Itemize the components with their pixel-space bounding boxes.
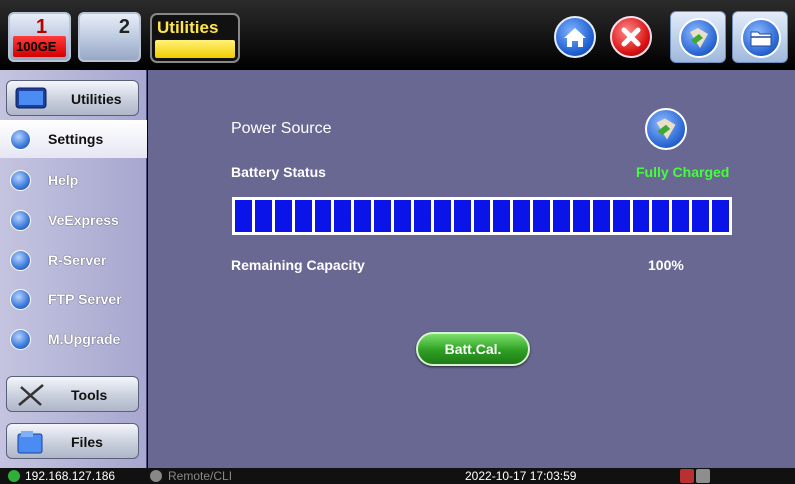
battery-segment — [453, 200, 471, 232]
settings-icon — [10, 129, 31, 150]
sidebar-item-label: VeExpress — [48, 212, 119, 228]
battery-segment — [473, 200, 491, 232]
upgrade-icon — [10, 329, 31, 350]
battery-segment — [254, 200, 272, 232]
battery-segment — [374, 200, 391, 232]
sidebar-item-help[interactable]: Help — [0, 161, 147, 199]
sidebar-utilities-label: Utilities — [71, 91, 122, 107]
page-title-tab: Utilities — [150, 13, 240, 63]
sidebar-utilities-header[interactable]: Utilities — [6, 80, 139, 116]
battery-level-bar — [232, 197, 732, 235]
battery-segment — [493, 200, 511, 232]
folder-icon — [741, 18, 781, 58]
close-button[interactable] — [610, 16, 652, 58]
battery-status-value: Fully Charged — [636, 164, 730, 180]
battery-status-label: Battery Status — [231, 164, 326, 180]
title-underline — [155, 40, 235, 58]
remaining-capacity-value: 100% — [648, 257, 684, 273]
port-1-tab[interactable]: 1 100GE — [8, 12, 71, 62]
battery-segment — [433, 200, 451, 232]
port-2-tab[interactable]: 2 — [78, 12, 141, 62]
monitor-icon — [15, 87, 47, 109]
ftp-server-icon — [10, 289, 31, 310]
battery-segment — [712, 200, 729, 232]
close-icon — [621, 27, 641, 47]
battery-segment — [274, 200, 292, 232]
power-source-panel: Power Source Battery Status Fully Charge… — [148, 70, 795, 468]
battery-segment — [672, 200, 690, 232]
remote-status-icon — [150, 470, 162, 482]
ip-status-icon — [8, 470, 20, 482]
port-2-number: 2 — [118, 16, 130, 38]
battery-segment — [692, 200, 709, 232]
battery-segment — [632, 200, 650, 232]
battery-segment — [394, 200, 411, 232]
top-bar: 1 100GE 2 Utilities — [0, 0, 795, 70]
utilities-icon — [679, 18, 719, 58]
sidebar-item-settings[interactable]: Settings — [0, 120, 147, 158]
files-button[interactable] — [732, 11, 788, 63]
sidebar-tools-button[interactable]: Tools — [6, 376, 139, 412]
status-bar: 192.168.127.186 Remote/CLI 2022-10-17 17… — [0, 468, 795, 484]
battery-segment — [413, 200, 431, 232]
battery-segment — [592, 200, 610, 232]
files-icon — [17, 431, 43, 454]
page-title: Utilities — [157, 18, 219, 37]
sidebar-tools-label: Tools — [71, 387, 108, 403]
sidebar-files-button[interactable]: Files — [6, 423, 139, 459]
veexpress-icon — [10, 210, 31, 231]
notification-icon[interactable] — [696, 469, 710, 483]
sidebar-item-label: Help — [48, 172, 79, 188]
battery-segment — [334, 200, 352, 232]
battery-segment — [314, 200, 332, 232]
sidebar-item-ftp-server[interactable]: FTP Server — [0, 280, 147, 318]
sidebar-item-label: R-Server — [48, 252, 107, 268]
battery-segment — [354, 200, 372, 232]
power-source-title: Power Source — [231, 120, 332, 137]
help-icon — [10, 170, 31, 191]
battery-segment — [513, 200, 531, 232]
home-icon — [564, 28, 586, 47]
ip-address: 192.168.127.186 — [25, 469, 116, 483]
home-button[interactable] — [554, 16, 596, 58]
tools-icon — [18, 384, 44, 406]
battery-segment — [235, 200, 252, 232]
sidebar-item-r-server[interactable]: R-Server — [0, 241, 147, 279]
alarm-icon[interactable] — [680, 469, 694, 483]
r-server-icon — [10, 250, 31, 271]
utilities-button[interactable] — [670, 11, 726, 63]
sidebar-item-veexpress[interactable]: VeExpress — [0, 201, 147, 239]
remaining-capacity-label: Remaining Capacity — [231, 257, 365, 273]
datetime: 2022-10-17 17:03:59 — [465, 469, 577, 483]
sidebar-item-m-upgrade[interactable]: M.Upgrade — [0, 320, 147, 358]
power-source-icon — [645, 108, 687, 150]
battery-segment — [572, 200, 590, 232]
battery-segment — [612, 200, 630, 232]
sidebar-item-label: FTP Server — [48, 291, 122, 307]
port-1-rate: 100GE — [13, 36, 66, 57]
battery-segment — [652, 200, 670, 232]
sidebar-files-label: Files — [71, 434, 103, 450]
battery-segment — [294, 200, 312, 232]
remote-cli-status: Remote/CLI — [168, 469, 233, 483]
battery-calibrate-button[interactable]: Batt.Cal. — [416, 332, 530, 366]
sidebar: Utilities Settings Help VeExpress R-Serv… — [0, 70, 147, 468]
battery-segment — [553, 200, 570, 232]
battery-segment — [533, 200, 550, 232]
sidebar-item-label: M.Upgrade — [48, 331, 121, 347]
sidebar-item-label: Settings — [48, 131, 104, 147]
